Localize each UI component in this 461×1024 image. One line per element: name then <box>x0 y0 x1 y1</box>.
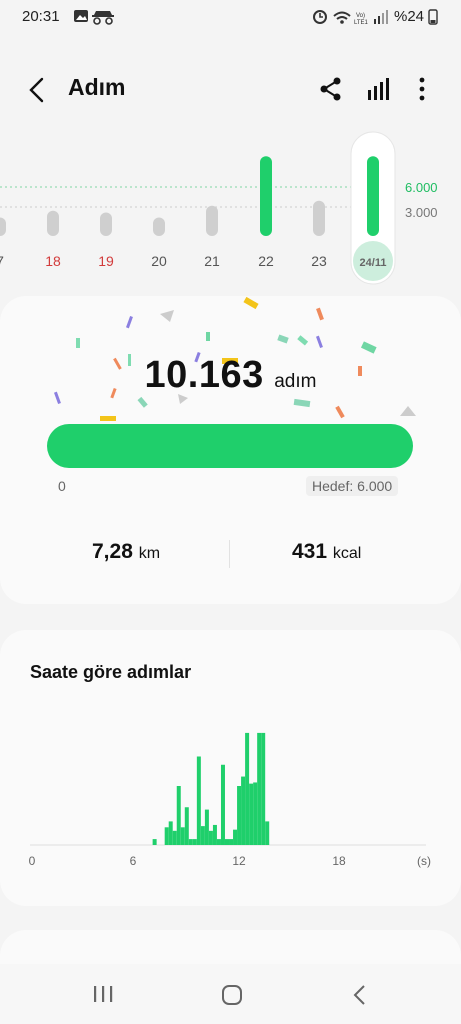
hourly-bar <box>180 827 185 845</box>
steps-count: 10.163 adım <box>0 354 461 397</box>
hourly-bar <box>253 782 258 845</box>
more-options-icon[interactable] <box>414 76 430 102</box>
hourly-bar <box>225 839 229 845</box>
hourly-bar <box>196 756 201 845</box>
calories-value: 431 <box>292 540 328 563</box>
battery-percent: %24 <box>394 8 425 25</box>
hourly-bar <box>204 809 209 845</box>
hourly-bar <box>216 839 221 845</box>
hourly-steps-chart: 0 6 12 18 (s) <box>29 732 431 868</box>
share-icon[interactable] <box>318 76 344 102</box>
week-mid-label: 3.000 <box>405 205 438 220</box>
hourly-bar <box>241 776 246 845</box>
week-day-bar[interactable] <box>153 217 165 236</box>
hourly-bar <box>184 807 189 845</box>
hourly-x-tick: 6 <box>130 854 137 868</box>
hourly-x-tick: (s) <box>417 854 431 868</box>
week-day-bar[interactable] <box>206 205 218 236</box>
home-icon[interactable] <box>221 984 243 1006</box>
hourly-bar <box>208 830 213 845</box>
weekly-steps-strip[interactable]: 6.000 3.000 7 18 19 20 21 22 23 24/11 <box>0 130 461 290</box>
steps-progress-bar <box>47 424 413 468</box>
hourly-bar <box>257 732 262 845</box>
hourly-bar <box>172 830 177 845</box>
week-day-bar[interactable] <box>313 200 325 236</box>
week-day-bar[interactable] <box>260 156 272 236</box>
week-day-bar[interactable] <box>100 212 112 236</box>
week-day-label[interactable]: 21 <box>204 253 220 269</box>
status-icons-right: Vo)LTE1 <box>313 10 388 26</box>
hourly-bar <box>229 839 234 845</box>
calories-stat: 431 kcal <box>292 540 361 564</box>
week-day-label[interactable]: 22 <box>258 253 274 269</box>
week-goal-label: 6.000 <box>405 180 438 195</box>
hourly-bar <box>192 839 197 845</box>
hourly-bar <box>152 839 157 845</box>
top-app-bar: Adım <box>0 60 461 120</box>
page-title: Adım <box>68 74 126 100</box>
hourly-bar <box>265 821 270 845</box>
stat-divider <box>229 540 230 568</box>
recent-apps-icon[interactable] <box>92 984 114 1004</box>
hourly-x-tick: 0 <box>29 854 36 868</box>
progress-min-label: 0 <box>58 478 66 494</box>
distance-stat: 7,28 km <box>92 540 160 564</box>
hourly-bar <box>261 732 266 845</box>
hourly-bar <box>245 732 250 845</box>
hourly-bar <box>249 783 254 845</box>
week-day-bar[interactable] <box>47 210 59 236</box>
distance-value: 7,28 <box>92 540 133 563</box>
steps-unit: adım <box>274 371 317 392</box>
battery-icon <box>428 9 438 25</box>
week-day-label[interactable]: 19 <box>98 253 114 269</box>
status-icons-left <box>74 10 114 25</box>
hourly-bar <box>220 764 225 845</box>
week-day-label[interactable]: 18 <box>45 253 61 269</box>
week-day-bar[interactable] <box>367 156 379 236</box>
system-nav-bar <box>0 964 461 1024</box>
hourly-bar <box>188 839 193 845</box>
back-arrow-icon[interactable] <box>26 76 46 104</box>
svg-text:LTE1: LTE1 <box>354 20 369 26</box>
hourly-bar <box>176 786 181 845</box>
goal-label: Hedef: 6.000 <box>306 476 399 496</box>
hourly-bar <box>168 821 173 845</box>
hourly-bar <box>212 824 217 845</box>
hourly-x-tick: 12 <box>232 854 246 868</box>
steps-value: 10.163 <box>144 354 264 396</box>
trends-chart-icon[interactable] <box>366 76 392 102</box>
status-bar: 20:31 Vo) LTE1 %24 <box>0 0 461 34</box>
hourly-bar <box>233 829 238 845</box>
hourly-title: Saate göre adımlar <box>30 662 192 682</box>
hourly-bar <box>164 827 169 845</box>
hourly-x-tick: 18 <box>332 854 346 868</box>
status-time: 20:31 <box>22 8 60 25</box>
week-day-label[interactable]: 20 <box>151 253 167 269</box>
distance-unit: km <box>138 545 161 562</box>
calories-unit: kcal <box>332 545 362 562</box>
svg-text:Vo): Vo) <box>356 13 365 19</box>
hourly-bar <box>237 786 242 845</box>
back-nav-icon[interactable] <box>352 984 368 1006</box>
week-day-label[interactable]: 24/11 <box>360 257 387 269</box>
week-day-bar[interactable] <box>0 217 6 236</box>
week-day-label[interactable]: 7 <box>0 253 4 269</box>
week-day-label[interactable]: 23 <box>311 253 327 269</box>
incognito-icon <box>92 11 114 25</box>
hourly-bar <box>200 826 205 845</box>
